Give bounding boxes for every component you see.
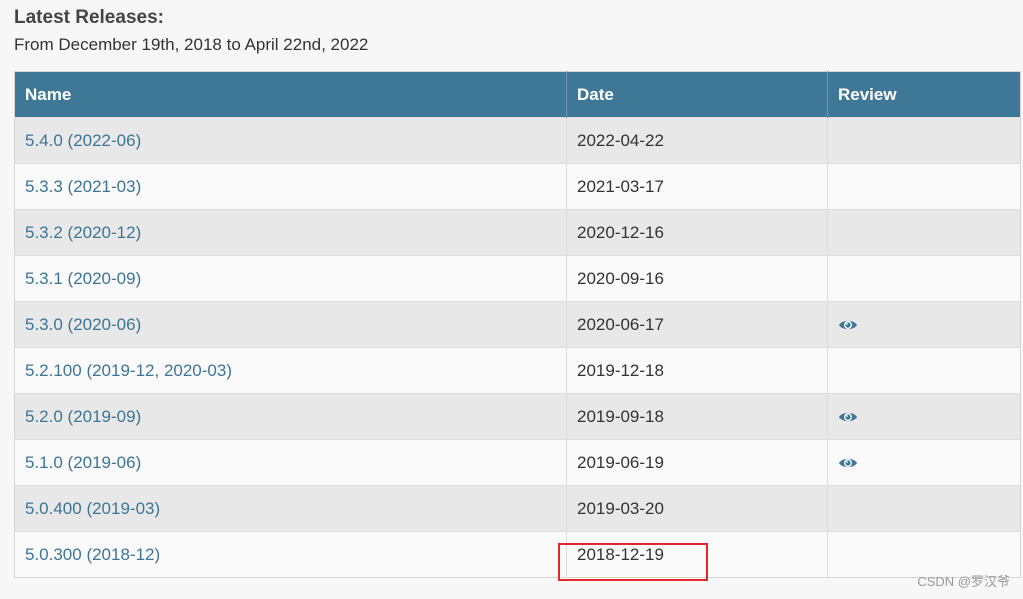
watermark: CSDN @罗汉爷 [917, 574, 1010, 589]
release-date: 2020-09-16 [577, 268, 664, 288]
releases-table-body: 5.4.0 (2022-06) 2022-04-22 5.3.3 (2021-03)… [14, 117, 1021, 578]
table-row: 5.3.0 (2020-06) 2020-06-17 [14, 301, 1021, 348]
release-date-cell: 2020-12-16 [566, 209, 828, 256]
release-link[interactable]: 5.2.0 (2019-09) [25, 407, 141, 426]
release-name-cell: 5.0.400 (2019-03) [14, 485, 567, 532]
release-date-cell: 2022-04-22 [566, 117, 828, 164]
release-link[interactable]: 5.0.400 (2019-03) [25, 499, 160, 518]
release-date: 2019-12-18 [577, 360, 664, 380]
release-name-cell: 5.3.2 (2020-12) [14, 209, 567, 256]
eye-icon[interactable] [838, 456, 858, 470]
table-row: 5.3.3 (2021-03) 2021-03-17 [14, 163, 1021, 210]
release-name-cell: 5.4.0 (2022-06) [14, 117, 567, 164]
column-header-date: Date [566, 71, 828, 118]
release-date: 2020-12-16 [577, 222, 664, 242]
release-link[interactable]: 5.4.0 (2022-06) [25, 131, 141, 150]
review-cell [827, 439, 1021, 486]
review-cell [827, 347, 1021, 394]
release-name-cell: 5.0.300 (2018-12) [14, 531, 567, 578]
release-date: 2018-12-19 [577, 544, 664, 564]
review-cell [827, 117, 1021, 164]
review-cell [827, 301, 1021, 348]
release-name-cell: 5.2.0 (2019-09) [14, 393, 567, 440]
release-date: 2021-03-17 [577, 176, 664, 196]
release-name-cell: 5.3.3 (2021-03) [14, 163, 567, 210]
release-name-cell: 5.3.1 (2020-09) [14, 255, 567, 302]
table-row: 5.2.100 (2019-12, 2020-03) 2019-12-18 [14, 347, 1021, 394]
release-date: 2019-03-20 [577, 498, 664, 518]
release-date-cell: 2019-09-18 [566, 393, 828, 440]
release-name-cell: 5.3.0 (2020-06) [14, 301, 567, 348]
release-name-cell: 5.1.0 (2019-06) [14, 439, 567, 486]
table-row: 5.0.300 (2018-12) 2018-12-19 [14, 531, 1021, 578]
page-title: Latest Releases: [14, 7, 164, 28]
column-header-name: Name [14, 71, 567, 118]
release-date-cell: 2019-03-20 [566, 485, 828, 532]
review-cell [827, 209, 1021, 256]
table-row: 5.3.1 (2020-09) 2020-09-16 [14, 255, 1021, 302]
header-row: Name Date Review [14, 71, 1021, 118]
release-link[interactable]: 5.3.1 (2020-09) [25, 269, 141, 288]
release-link[interactable]: 5.0.300 (2018-12) [25, 545, 160, 564]
release-link[interactable]: 5.2.100 (2019-12, 2020-03) [25, 361, 232, 380]
release-date-range: From December 19th, 2018 to April 22nd, … [14, 35, 369, 54]
release-link[interactable]: 5.3.2 (2020-12) [25, 223, 141, 242]
review-cell [827, 485, 1021, 532]
release-date-cell: 2020-09-16 [566, 255, 828, 302]
release-date-cell: 2021-03-17 [566, 163, 828, 210]
release-link[interactable]: 5.3.0 (2020-06) [25, 315, 141, 334]
release-link[interactable]: 5.1.0 (2019-06) [25, 453, 141, 472]
review-cell [827, 163, 1021, 210]
eye-icon[interactable] [838, 410, 858, 424]
release-date: 2020-06-17 [577, 314, 664, 334]
table-row: 5.1.0 (2019-06) 2019-06-19 [14, 439, 1021, 486]
release-date-cell: 2018-12-19 [566, 531, 828, 578]
review-cell [827, 393, 1021, 440]
table-row: 5.4.0 (2022-06) 2022-04-22 [14, 117, 1021, 164]
release-date-cell: 2020-06-17 [566, 301, 828, 348]
release-date: 2019-06-19 [577, 452, 664, 472]
review-cell [827, 531, 1021, 578]
eye-icon[interactable] [838, 318, 858, 332]
releases-table-header: Name Date Review [14, 71, 1021, 118]
release-name-cell: 5.2.100 (2019-12, 2020-03) [14, 347, 567, 394]
review-cell [827, 255, 1021, 302]
table-row: 5.2.0 (2019-09) 2019-09-18 [14, 393, 1021, 440]
table-row: 5.0.400 (2019-03) 2019-03-20 [14, 485, 1021, 532]
release-date: 2022-04-22 [577, 130, 664, 150]
column-header-review: Review [827, 71, 1021, 118]
table-row: 5.3.2 (2020-12) 2020-12-16 [14, 209, 1021, 256]
release-link[interactable]: 5.3.3 (2021-03) [25, 177, 141, 196]
releases-table: Name Date Review 5.4.0 (2022-06) 2022-04-… [14, 71, 1021, 578]
release-date-cell: 2019-06-19 [566, 439, 828, 486]
release-date: 2019-09-18 [577, 406, 664, 426]
release-date-cell: 2019-12-18 [566, 347, 828, 394]
